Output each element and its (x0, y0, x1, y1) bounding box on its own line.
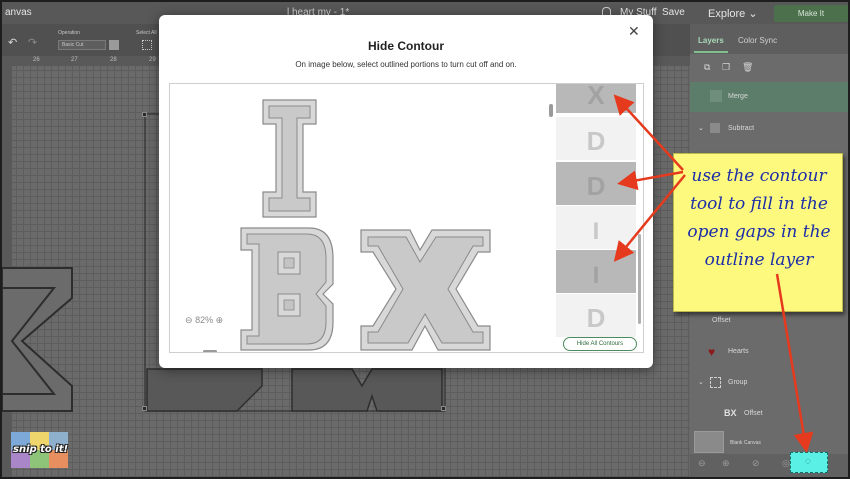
arrow-to-i-contour (613, 174, 686, 262)
arrow-to-contour-button (775, 273, 814, 453)
arrow-to-x-contour (613, 94, 684, 171)
annotation-arrows (613, 94, 814, 453)
arrow-to-d-contour (617, 170, 684, 191)
